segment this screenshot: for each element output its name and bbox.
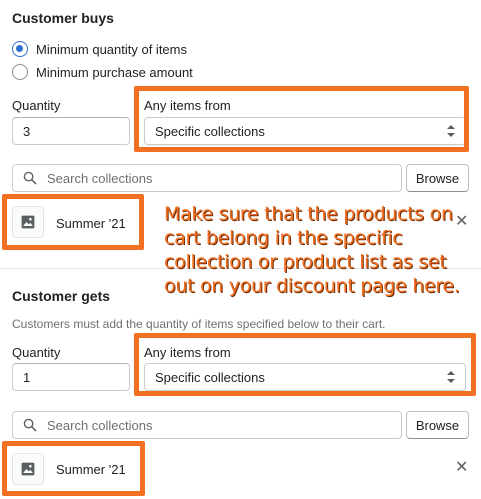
any-items-from-select[interactable]: Specific collections (144, 363, 466, 391)
quantity-label: Quantity (12, 345, 61, 360)
search-collections-input[interactable]: Search collections (12, 164, 402, 192)
radio-minimum-purchase-amount[interactable]: Minimum purchase amount (12, 64, 193, 80)
quantity-label: Quantity (12, 98, 61, 113)
radio-button-checked[interactable] (12, 41, 28, 57)
radio-minimum-quantity[interactable]: Minimum quantity of items (12, 41, 187, 57)
search-icon (23, 171, 37, 185)
annotation-callout: Make sure that the products on cart belo… (164, 203, 460, 297)
search-collections-input[interactable]: Search collections (12, 411, 402, 439)
customer-gets-title: Customer gets (12, 288, 111, 304)
customer-gets-helper-text: Customers must add the quantity of items… (12, 317, 386, 331)
browse-button[interactable]: Browse (406, 411, 469, 439)
quantity-input[interactable]: 1 (12, 363, 130, 391)
any-items-from-label: Any items from (144, 98, 231, 113)
image-icon (21, 215, 35, 229)
collection-thumbnail (12, 206, 44, 238)
search-icon (23, 418, 37, 432)
collection-thumbnail (12, 453, 44, 485)
quantity-input[interactable]: 3 (12, 117, 130, 145)
any-items-from-label: Any items from (144, 345, 231, 360)
close-icon[interactable]: ✕ (455, 460, 468, 476)
select-value: Specific collections (155, 369, 265, 385)
browse-button[interactable]: Browse (406, 164, 469, 192)
customer-buys-title: Customer buys (12, 10, 114, 26)
image-icon (21, 462, 35, 476)
search-placeholder: Search collections (47, 417, 153, 433)
any-items-from-select[interactable]: Specific collections (144, 117, 466, 145)
collection-item-title: Summer '21 (56, 216, 126, 231)
search-placeholder: Search collections (47, 170, 153, 186)
radio-label: Minimum purchase amount (36, 64, 193, 80)
select-arrows-icon (447, 125, 455, 137)
select-arrows-icon (447, 371, 455, 383)
radio-button[interactable] (12, 64, 28, 80)
collection-item-title: Summer '21 (56, 462, 126, 477)
select-value: Specific collections (155, 123, 265, 139)
radio-label: Minimum quantity of items (36, 41, 187, 57)
